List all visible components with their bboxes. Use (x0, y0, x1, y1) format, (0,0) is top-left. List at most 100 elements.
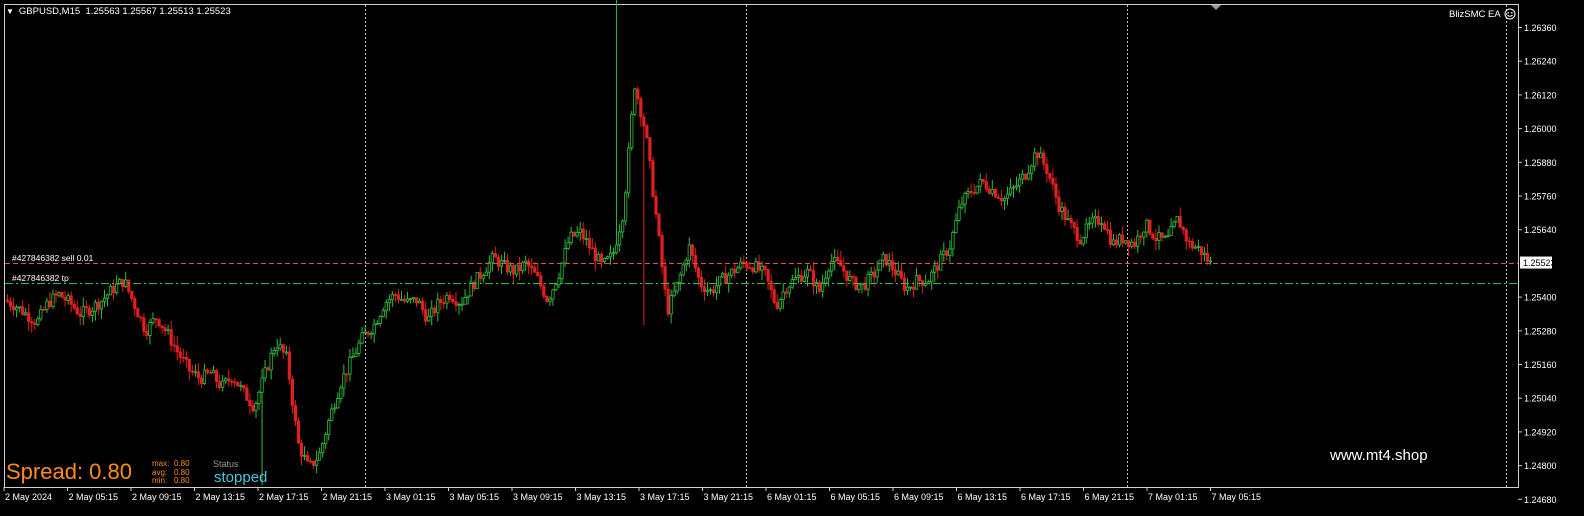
candle-body (199, 377, 204, 384)
candle-body (466, 295, 470, 298)
candle-body (360, 332, 364, 344)
x-tick-label: 6 May 05:15 (831, 492, 881, 502)
candle-body (1142, 231, 1146, 238)
price-axis[interactable]: 1.26360 1.26240 1.26120 1.26000 1.25880 1.257… (1518, 23, 1557, 505)
candle-body (463, 297, 467, 305)
candle-body (108, 285, 113, 296)
candle-body (778, 299, 782, 309)
candle (817, 280, 822, 294)
candle-body (1181, 226, 1185, 231)
candle-body (869, 271, 873, 275)
candle-body (551, 289, 555, 300)
candle-body (405, 298, 410, 302)
candle-body (305, 454, 310, 462)
candle-body (711, 289, 716, 294)
candle-body (572, 231, 576, 237)
candle-body (202, 369, 207, 384)
candle-body (414, 297, 419, 304)
candle-body (578, 228, 582, 233)
candle-body (996, 196, 1000, 199)
candle-body (45, 300, 49, 310)
candle-body (563, 248, 567, 264)
candle-body (914, 275, 919, 290)
y-tick-label: 1.25640 (1524, 225, 1557, 235)
candle-body (954, 219, 958, 233)
candle-body (1139, 235, 1143, 238)
candle-body (424, 309, 428, 322)
candle-body (63, 297, 67, 301)
candle-body (1017, 178, 1022, 187)
candle-body (721, 273, 725, 278)
candle-body (436, 299, 440, 314)
candle-body (490, 253, 494, 263)
smiley-icon[interactable] (1504, 8, 1516, 20)
x-tick-label: 6 May 01:15 (767, 492, 817, 502)
candle-body (1154, 237, 1158, 242)
x-tick-label: 2 May 05:15 (69, 492, 119, 502)
x-tick-label: 3 May 05:15 (450, 492, 500, 502)
candle-body (784, 291, 788, 294)
chart-window[interactable]: 1.26360 1.26240 1.26120 1.26000 1.25880 1.257… (0, 0, 1584, 516)
candle-body (736, 267, 740, 274)
candle (475, 272, 479, 290)
candle-body (51, 293, 55, 307)
candle-body (1175, 216, 1179, 223)
candle-body (72, 303, 76, 309)
candle-body (99, 300, 104, 310)
candle-body (963, 193, 967, 205)
candle-body (957, 206, 961, 221)
candle-body (484, 271, 488, 277)
candle (236, 381, 240, 387)
candle-body (808, 268, 813, 272)
candle (630, 110, 634, 151)
candle-body (627, 147, 631, 194)
candle-body (751, 267, 755, 273)
candle-body (1124, 240, 1128, 244)
candle-body (817, 281, 822, 292)
candle-body (184, 356, 188, 360)
triangle-down-icon[interactable]: ▼ (6, 7, 14, 16)
candle-body (418, 300, 422, 304)
candle-body (387, 299, 391, 304)
candle-body (139, 316, 143, 319)
candle-body (511, 265, 516, 275)
candle-body (1133, 241, 1137, 247)
candle-body (1039, 152, 1043, 159)
candle-body (96, 301, 101, 310)
candle-body (221, 380, 225, 388)
candle-body (814, 281, 819, 287)
candle-body (242, 384, 246, 389)
candle-body (293, 404, 297, 422)
candle-body (727, 274, 731, 284)
candle-body (1069, 218, 1073, 224)
candle-body (533, 267, 537, 273)
candle (60, 291, 64, 298)
x-tick-label: 6 May 17:15 (1021, 492, 1071, 502)
candle-body (57, 292, 61, 296)
candle-body (1048, 173, 1052, 179)
status-value: stopped (214, 469, 268, 486)
candle-body (766, 269, 770, 282)
candle-body (227, 378, 231, 382)
candle-body (554, 284, 558, 291)
candle-body (205, 369, 210, 373)
candle-body (705, 289, 710, 293)
candle-body (1163, 236, 1167, 238)
candle-body (302, 454, 307, 457)
candle-body (1090, 217, 1094, 224)
candle-body (181, 356, 185, 359)
candle-body (354, 352, 358, 357)
candle-body (621, 220, 625, 233)
x-tick-label: 3 May 21:15 (704, 492, 754, 502)
y-tick-label: 1.26240 (1524, 57, 1557, 67)
candle-body (999, 197, 1004, 202)
candle-body (851, 276, 855, 278)
candle-body (381, 310, 385, 317)
spread-stats: max: 0.80 avg: 0.80 min: 0.80 (152, 459, 190, 486)
candle-body (166, 329, 170, 332)
candle-body (872, 271, 876, 278)
candle-body (1136, 235, 1140, 247)
candle-body (1042, 152, 1046, 165)
candle-body (496, 256, 500, 267)
order-line-label: #427846382 tp (12, 272, 69, 283)
